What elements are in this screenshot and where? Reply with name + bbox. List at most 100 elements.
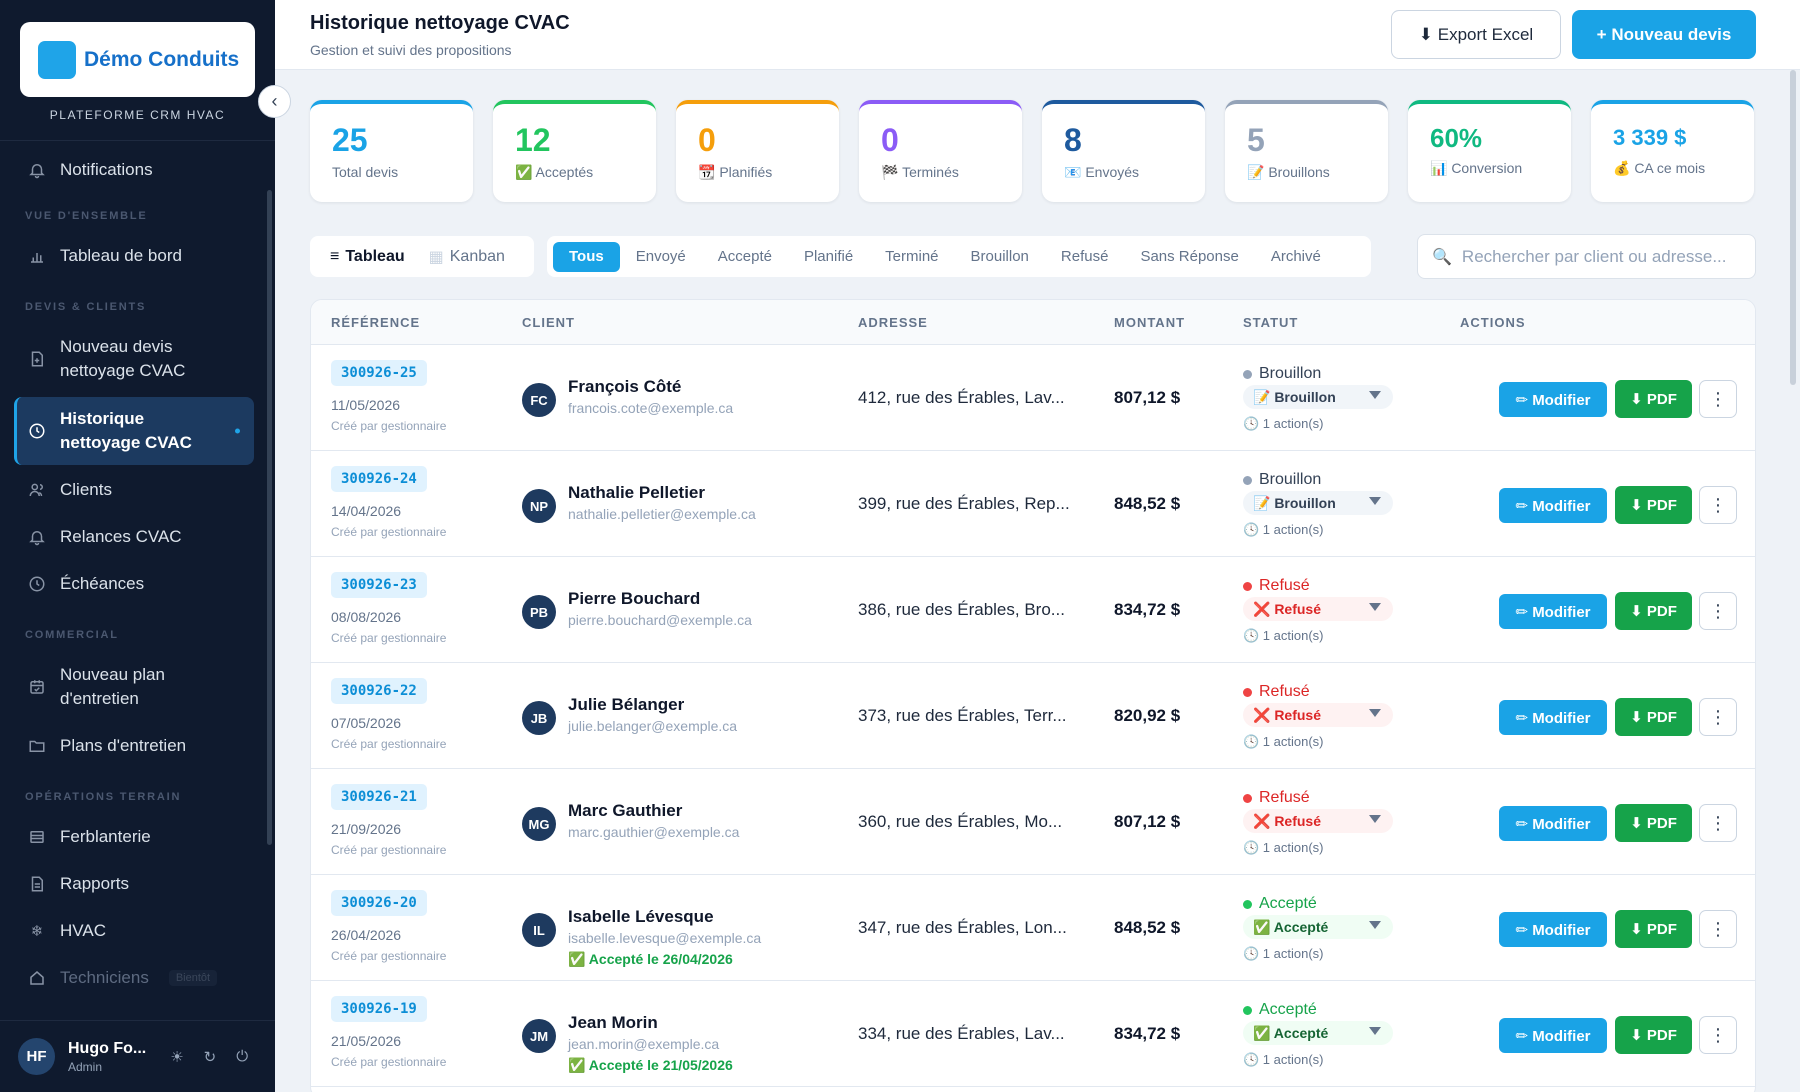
pdf-button[interactable]: ⬇ PDF — [1615, 698, 1692, 736]
table-row[interactable]: 300926-25 11/05/2026 Créé par gestionnaire… — [311, 345, 1755, 451]
sidebar-item-deadlines[interactable]: Échéances — [14, 570, 254, 598]
sun-icon[interactable]: ☀ — [170, 1048, 183, 1066]
view-switch: ≡ Tableau ▦ Kanban — [310, 236, 534, 277]
status-select[interactable]: ❌ Refusé — [1243, 703, 1393, 727]
sidebar-collapse-button[interactable]: ‹ — [258, 85, 291, 118]
created-by: Créé par gestionnaire — [331, 1055, 447, 1069]
address: 386, rue des Érables, Bro... — [858, 600, 1065, 619]
export-excel-button[interactable]: ⬇ Export Excel — [1391, 10, 1561, 59]
modify-button[interactable]: ✏ Modifier — [1499, 806, 1607, 841]
client-name[interactable]: Pierre Bouchard — [568, 589, 700, 609]
pdf-button[interactable]: ⬇ PDF — [1615, 804, 1692, 842]
more-options-button[interactable]: ⋮ — [1699, 698, 1737, 736]
refresh-icon[interactable]: ↻ — [204, 1048, 217, 1066]
user-role: Admin — [68, 1059, 103, 1074]
sidebar-item-new-plan[interactable]: Nouveau plan d'entretien — [14, 661, 204, 713]
reference-badge[interactable]: 300926-22 — [331, 678, 427, 704]
brand-logo[interactable]: Démo Conduits — [20, 22, 255, 97]
col-reference[interactable]: RÉFÉRENCE — [331, 315, 420, 330]
reference-badge[interactable]: 300926-23 — [331, 572, 427, 598]
pdf-button[interactable]: ⬇ PDF — [1615, 910, 1692, 948]
stat-value: 0 — [698, 122, 716, 158]
status-select[interactable]: ❌ Refusé — [1243, 809, 1393, 833]
more-options-button[interactable]: ⋮ — [1699, 910, 1737, 948]
search-input[interactable] — [1461, 246, 1752, 267]
sidebar-item-plans[interactable]: Plans d'entretien — [14, 732, 254, 760]
view-table-button[interactable]: ≡ Tableau — [318, 240, 417, 273]
filter-chip[interactable]: Envoyé — [620, 242, 702, 272]
client-name[interactable]: Marc Gauthier — [568, 801, 682, 821]
client-name[interactable]: Nathalie Pelletier — [568, 483, 705, 503]
status-select[interactable]: 📝 Brouillon — [1243, 491, 1393, 515]
col-amount[interactable]: MONTANT — [1114, 315, 1185, 330]
sidebar-item-history[interactable]: Historique nettoyage CVAC — [14, 397, 254, 465]
col-status[interactable]: STATUT — [1243, 315, 1298, 330]
client-avatar: FC — [522, 383, 556, 417]
modify-button[interactable]: ✏ Modifier — [1499, 594, 1607, 629]
action-count: 🕓 1 action(s) — [1243, 734, 1324, 749]
filter-chip[interactable]: Terminé — [869, 242, 954, 272]
new-quote-button[interactable]: + Nouveau devis — [1572, 10, 1756, 59]
col-client[interactable]: CLIENT — [522, 315, 575, 330]
pdf-button[interactable]: ⬇ PDF — [1615, 380, 1692, 418]
sidebar-item-new-quote[interactable]: Nouveau devis nettoyage CVAC — [14, 333, 224, 385]
filter-chip[interactable]: Accepté — [702, 242, 788, 272]
more-options-button[interactable]: ⋮ — [1699, 486, 1737, 524]
filter-chip[interactable]: Refusé — [1045, 242, 1125, 272]
more-options-button[interactable]: ⋮ — [1699, 592, 1737, 630]
client-name[interactable]: François Côté — [568, 377, 681, 397]
pdf-button[interactable]: ⬇ PDF — [1615, 592, 1692, 630]
filter-chip[interactable]: Archivé — [1255, 242, 1337, 272]
page-scrollbar[interactable] — [1790, 70, 1796, 385]
filter-chip[interactable]: Brouillon — [955, 242, 1045, 272]
sidebar-item-dashboard[interactable]: Tableau de bord — [14, 242, 254, 270]
power-icon[interactable]: ⏻ — [236, 1048, 248, 1066]
status-select[interactable]: ✅ Accepté — [1243, 1021, 1393, 1045]
more-options-button[interactable]: ⋮ — [1699, 1016, 1737, 1054]
user-avatar[interactable]: HF — [18, 1038, 55, 1075]
pdf-button[interactable]: ⬇ PDF — [1615, 486, 1692, 524]
modify-button[interactable]: ✏ Modifier — [1499, 912, 1607, 947]
sidebar-item-clients[interactable]: Clients — [14, 476, 254, 504]
modify-button[interactable]: ✏ Modifier — [1499, 1018, 1607, 1053]
modify-button[interactable]: ✏ Modifier — [1499, 700, 1607, 735]
filter-chip[interactable]: Sans Réponse — [1124, 242, 1254, 272]
sidebar-item-reports[interactable]: Rapports — [14, 870, 254, 898]
sidebar-item-reminders[interactable]: Relances CVAC — [14, 523, 254, 551]
client-email: nathalie.pelletier@exemple.ca — [568, 506, 756, 522]
chevron-down-icon — [1369, 815, 1381, 823]
view-kanban-button[interactable]: ▦ Kanban — [417, 240, 517, 273]
reference-badge[interactable]: 300926-19 — [331, 996, 427, 1022]
table-row[interactable]: 300926-21 21/09/2026 Créé par gestionnaire… — [311, 769, 1755, 875]
more-options-button[interactable]: ⋮ — [1699, 380, 1737, 418]
logo-icon — [38, 40, 76, 79]
client-name[interactable]: Isabelle Lévesque — [568, 907, 714, 927]
list-icon: ≡ — [330, 247, 340, 265]
sidebar-item-notifications[interactable]: Notifications — [14, 156, 254, 184]
table-row[interactable]: 300926-22 07/05/2026 Créé par gestionnaire… — [311, 663, 1755, 769]
sidebar-item-hvac[interactable]: ❄ HVAC — [14, 917, 254, 945]
reference-badge[interactable]: 300926-25 — [331, 360, 427, 386]
col-address[interactable]: ADRESSE — [858, 315, 928, 330]
sidebar-scrollbar[interactable] — [267, 190, 272, 845]
filter-chip[interactable]: Tous — [553, 241, 620, 272]
table-row[interactable]: 300926-24 14/04/2026 Créé par gestionnaire… — [311, 451, 1755, 557]
table-row[interactable]: 300926-20 26/04/2026 Créé par gestionnaire… — [311, 875, 1755, 981]
table-row[interactable]: 300926-19 21/05/2026 Créé par gestionnaire… — [311, 981, 1755, 1087]
modify-button[interactable]: ✏ Modifier — [1499, 488, 1607, 523]
status-select[interactable]: ❌ Refusé — [1243, 597, 1393, 621]
filter-chip[interactable]: Planifié — [788, 242, 869, 272]
stat-label: 💰 CA ce mois — [1613, 160, 1706, 176]
client-name[interactable]: Jean Morin — [568, 1013, 658, 1033]
status-select[interactable]: 📝 Brouillon — [1243, 385, 1393, 409]
reference-badge[interactable]: 300926-21 — [331, 784, 427, 810]
status-select[interactable]: ✅ Accepté — [1243, 915, 1393, 939]
reference-badge[interactable]: 300926-20 — [331, 890, 427, 916]
modify-button[interactable]: ✏ Modifier — [1499, 382, 1607, 417]
reference-badge[interactable]: 300926-24 — [331, 466, 427, 492]
table-row[interactable]: 300926-23 08/08/2026 Créé par gestionnaire… — [311, 557, 1755, 663]
more-options-button[interactable]: ⋮ — [1699, 804, 1737, 842]
pdf-button[interactable]: ⬇ PDF — [1615, 1016, 1692, 1054]
client-name[interactable]: Julie Bélanger — [568, 695, 684, 715]
sidebar-item-sheet-metal[interactable]: Ferblanterie — [14, 823, 254, 851]
